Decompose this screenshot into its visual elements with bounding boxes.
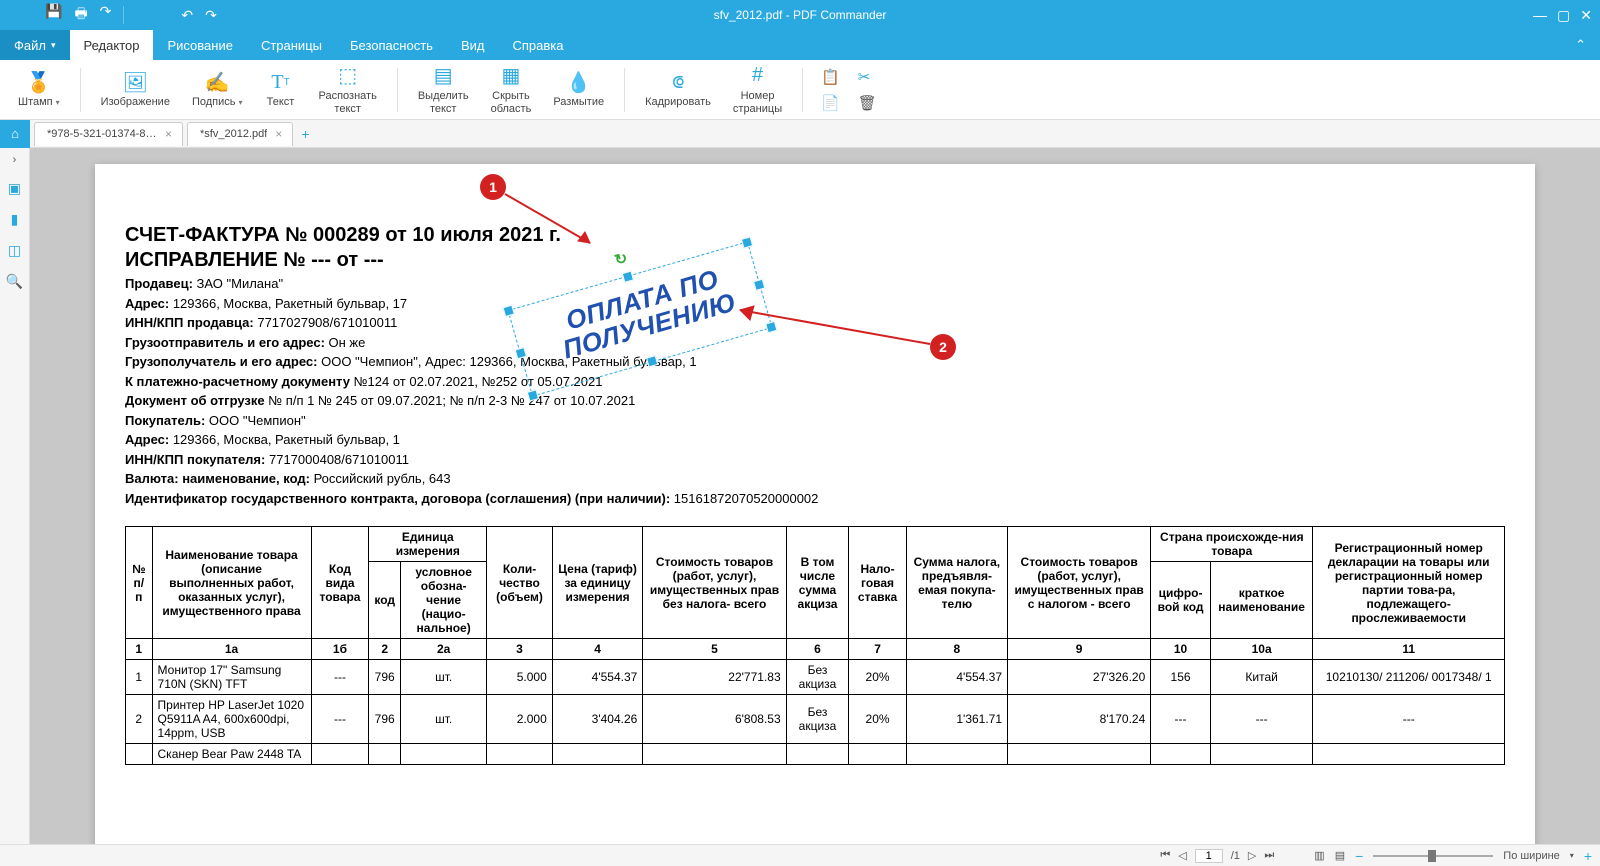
invoice-table: № п/п Наименование товара (описание выпо… xyxy=(125,526,1505,765)
blur-button[interactable]: 💧Размытие xyxy=(545,68,612,111)
zoom-out-icon[interactable]: − xyxy=(1355,848,1363,864)
last-page-icon[interactable]: ⏭ xyxy=(1264,849,1274,862)
undo-redo: ↶ ↷ xyxy=(181,7,216,24)
search-icon[interactable]: 🔍 xyxy=(6,273,23,290)
crop-icon: ⟃ xyxy=(672,70,684,94)
zoom-slider[interactable] xyxy=(1373,855,1493,857)
quick-access: 💾 🖶 ↷ xyxy=(45,3,111,27)
doc-tab-2[interactable]: *sfv_2012.pdf× xyxy=(187,122,293,146)
text-icon: TT xyxy=(271,70,289,94)
window-title: sfv_2012.pdf - PDF Commander xyxy=(714,8,887,22)
first-page-icon[interactable]: ⏮ xyxy=(1160,849,1170,862)
stamp-button[interactable]: 🏅Штамп▾ xyxy=(10,68,68,111)
doc-tab-1[interactable]: *978-5-321-01374-8_200...× xyxy=(34,122,183,146)
menu-help[interactable]: Справка xyxy=(498,30,577,60)
page-nav: ⏮ ◁ /1 ▷ ⏭ xyxy=(1160,849,1274,863)
view-single-icon[interactable]: ▥ xyxy=(1314,849,1324,862)
collapse-ribbon-icon[interactable]: ⌃ xyxy=(1561,30,1600,60)
hide-icon: ▦ xyxy=(501,64,520,88)
crop-button[interactable]: ⟃Кадрировать xyxy=(637,68,719,111)
page: СЧЕТ-ФАКТУРА № 000289 от 10 июля 2021 г.… xyxy=(95,164,1535,844)
statusbar: ⏮ ◁ /1 ▷ ⏭ ▥ ▤ − По ширине ▾ + xyxy=(0,844,1600,866)
next-page-icon[interactable]: ▷ xyxy=(1248,849,1256,862)
undo-icon[interactable]: ↶ xyxy=(181,7,193,24)
bookmarks-icon[interactable]: ▮ xyxy=(11,211,19,228)
invoice-subtitle: ИСПРАВЛЕНИЕ № --- от --- xyxy=(125,249,1505,272)
table-row: 1Монитор 17" Samsung 710N (SKN) TFT---79… xyxy=(126,660,1505,695)
save-icon[interactable]: 💾 xyxy=(45,3,62,27)
table-row: 2Принтер HP LaserJet 1020 Q5911A A4, 600… xyxy=(126,695,1505,744)
print-icon[interactable]: 🖶 xyxy=(74,3,87,27)
home-tab[interactable]: ⌂ xyxy=(0,120,30,148)
menu-drawing[interactable]: Рисование xyxy=(153,30,246,60)
menu-pages[interactable]: Страницы xyxy=(247,30,336,60)
zoom-dropdown-icon[interactable]: ▾ xyxy=(1570,851,1574,860)
menu-security[interactable]: Безопасность xyxy=(336,30,447,60)
document-canvas[interactable]: СЧЕТ-ФАКТУРА № 000289 от 10 июля 2021 г.… xyxy=(30,148,1600,844)
sidebar: › ▣ ▮ ◫ 🔍 xyxy=(0,148,30,844)
table-row: Сканер Bear Paw 2448 TA xyxy=(126,744,1505,765)
highlight-icon: ▤ xyxy=(434,64,453,88)
invoice-title: СЧЕТ-ФАКТУРА № 000289 от 10 июля 2021 г. xyxy=(125,224,1505,247)
highlight-button[interactable]: ▤Выделить текст xyxy=(410,62,477,117)
hide-area-button[interactable]: ▦Скрыть область xyxy=(483,62,540,117)
prev-page-icon[interactable]: ◁ xyxy=(1178,849,1186,862)
ocr-button[interactable]: ⬚Распознать текст xyxy=(311,62,385,117)
window-controls: — ▢ ✕ xyxy=(1533,7,1592,24)
sign-icon: ✍ xyxy=(205,70,230,94)
pagenum-icon: # xyxy=(752,64,763,88)
close-tab-icon[interactable]: × xyxy=(275,127,282,141)
menu-file[interactable]: Файл xyxy=(0,30,70,60)
export-icon[interactable]: ↷ xyxy=(100,3,112,27)
sidebar-toggle-icon[interactable]: › xyxy=(13,154,17,166)
menu-editor[interactable]: Редактор xyxy=(70,30,154,60)
delete-icon[interactable]: 🗑 xyxy=(852,92,883,114)
image-icon: 🖼 xyxy=(123,70,148,94)
sign-button[interactable]: ✍Подпись▾ xyxy=(184,68,251,111)
add-tab-button[interactable]: + xyxy=(301,126,309,142)
copy-icon[interactable]: 📋 xyxy=(815,66,846,88)
image-button[interactable]: 🖼Изображение xyxy=(93,68,178,111)
zoom-mode[interactable]: По ширине xyxy=(1503,850,1560,862)
tabbar: ⌂ *978-5-321-01374-8_200...× *sfv_2012.p… xyxy=(0,120,1600,148)
blur-icon: 💧 xyxy=(566,70,591,94)
thumbnails-icon[interactable]: ▣ xyxy=(8,180,21,197)
menubar: Файл Редактор Рисование Страницы Безопас… xyxy=(0,30,1600,60)
text-button[interactable]: TTТекст xyxy=(257,68,305,111)
view-continuous-icon[interactable]: ▤ xyxy=(1335,849,1345,862)
page-input[interactable] xyxy=(1195,849,1223,863)
layers-icon[interactable]: ◫ xyxy=(8,242,21,259)
stamp-icon: 🏅 xyxy=(26,70,51,94)
paste-icon[interactable]: 📄 xyxy=(815,92,846,114)
ocr-icon: ⬚ xyxy=(338,64,357,88)
maximize-button[interactable]: ▢ xyxy=(1557,7,1570,24)
redo-icon[interactable]: ↷ xyxy=(205,7,217,24)
close-button[interactable]: ✕ xyxy=(1580,7,1592,24)
zoom-in-icon[interactable]: + xyxy=(1584,848,1592,864)
menu-view[interactable]: Вид xyxy=(447,30,499,60)
cut-icon[interactable]: ✂ xyxy=(852,66,883,88)
close-tab-icon[interactable]: × xyxy=(165,127,172,141)
minimize-button[interactable]: — xyxy=(1533,7,1547,24)
page-total: /1 xyxy=(1231,850,1240,862)
ribbon: 🏅Штамп▾ 🖼Изображение ✍Подпись▾ TTТекст ⬚… xyxy=(0,60,1600,120)
titlebar: 💾 🖶 ↷ ↶ ↷ sfv_2012.pdf - PDF Commander —… xyxy=(0,0,1600,30)
pagenum-button[interactable]: #Номер страницы xyxy=(725,62,790,117)
